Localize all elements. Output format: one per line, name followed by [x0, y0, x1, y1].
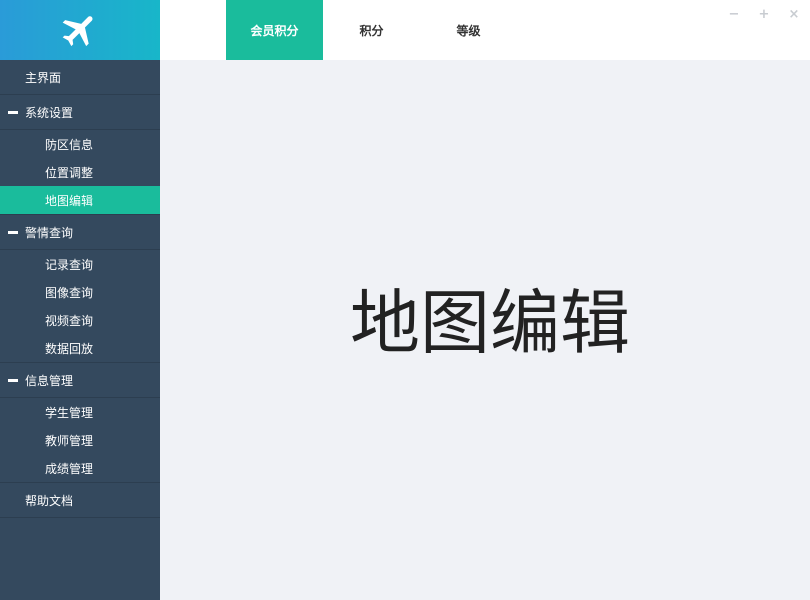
page-title: 地图编辑: [350, 282, 630, 364]
sidebar-item-image-query[interactable]: 图像查询: [0, 278, 160, 306]
main-content: 地图编辑: [160, 60, 810, 600]
sidebar-subgroup-system-settings: 防区信息 位置调整 地图编辑: [0, 130, 160, 215]
sidebar: 主界面 系统设置 防区信息 位置调整 地图编辑 警情查询 记录查询 图像查询 视…: [0, 60, 160, 600]
sidebar-item-teacher-management[interactable]: 教师管理: [0, 426, 160, 454]
sidebar-subgroup-alarm-query: 记录查询 图像查询 视频查询 数据回放: [0, 250, 160, 363]
sidebar-item-label: 主界面: [25, 70, 62, 85]
tab-level[interactable]: 等级: [420, 0, 517, 60]
sidebar-group-system-settings[interactable]: 系统设置: [0, 95, 160, 130]
tab-points[interactable]: 积分: [323, 0, 420, 60]
sidebar-group-alarm-query[interactable]: 警情查询: [0, 215, 160, 250]
sidebar-item-video-query[interactable]: 视频查询: [0, 306, 160, 334]
sidebar-item-data-playback[interactable]: 数据回放: [0, 334, 160, 362]
sidebar-item-position-adjust[interactable]: 位置调整: [0, 158, 160, 186]
sidebar-item-zone-info[interactable]: 防区信息: [0, 130, 160, 158]
tab-member-points[interactable]: 会员积分: [226, 0, 323, 60]
top-bar: 会员积分 积分 等级 − + ×: [160, 0, 810, 60]
collapse-minus-icon: [8, 111, 18, 114]
sidebar-item-home[interactable]: 主界面: [0, 60, 160, 95]
close-icon[interactable]: ×: [787, 6, 801, 22]
sidebar-item-label: 帮助文档: [25, 493, 74, 508]
sidebar-item-student-management[interactable]: 学生管理: [0, 398, 160, 426]
maximize-icon[interactable]: +: [757, 6, 771, 22]
collapse-minus-icon: [8, 379, 18, 382]
airplane-icon: [62, 16, 93, 47]
sidebar-item-map-edit[interactable]: 地图编辑: [0, 186, 160, 214]
sidebar-item-grade-management[interactable]: 成绩管理: [0, 454, 160, 482]
sidebar-item-record-query[interactable]: 记录查询: [0, 250, 160, 278]
app-window: 会员积分 积分 等级 − + × 主界面 系统设置 防区信息 位置调整 地图编辑…: [0, 0, 810, 600]
sidebar-subgroup-info-management: 学生管理 教师管理 成绩管理: [0, 398, 160, 483]
sidebar-group-label: 信息管理: [25, 373, 74, 388]
sidebar-item-help-docs[interactable]: 帮助文档: [0, 483, 160, 518]
sidebar-group-label: 警情查询: [25, 225, 74, 240]
minimize-icon[interactable]: −: [727, 6, 741, 22]
sidebar-group-info-management[interactable]: 信息管理: [0, 363, 160, 398]
collapse-minus-icon: [8, 231, 18, 234]
app-logo: [0, 0, 160, 60]
sidebar-group-label: 系统设置: [25, 105, 74, 120]
